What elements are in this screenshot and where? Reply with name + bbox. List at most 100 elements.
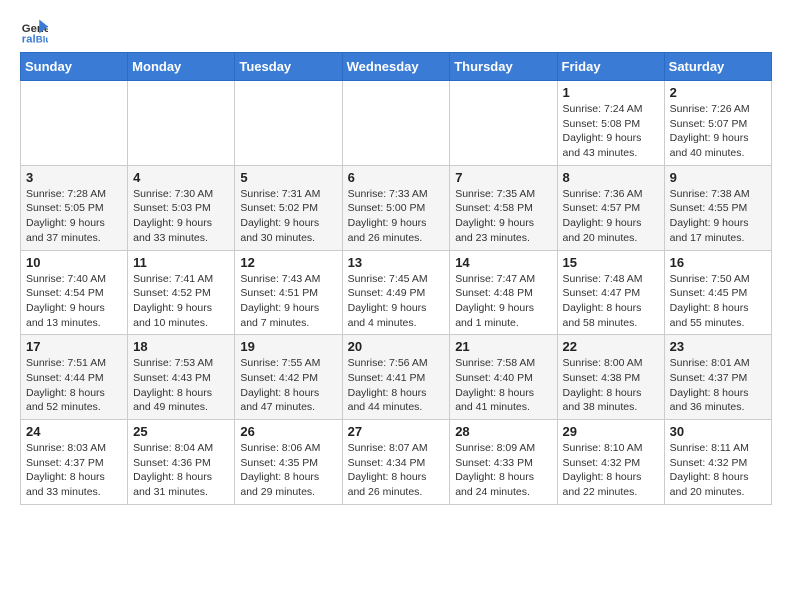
calendar-day-cell — [235, 81, 342, 166]
day-info: Sunrise: 7:36 AM Sunset: 4:57 PM Dayligh… — [563, 187, 659, 246]
calendar-day-header: Friday — [557, 53, 664, 81]
day-info: Sunrise: 7:47 AM Sunset: 4:48 PM Dayligh… — [455, 272, 551, 331]
calendar-week-row: 1 Sunrise: 7:24 AM Sunset: 5:08 PM Daylig… — [21, 81, 772, 166]
day-info: Sunrise: 8:11 AM Sunset: 4:32 PM Dayligh… — [670, 441, 766, 500]
calendar-day-cell: 2 Sunrise: 7:26 AM Sunset: 5:07 PM Daylig… — [664, 81, 771, 166]
calendar-day-cell — [21, 81, 128, 166]
calendar-day-cell: 28 Sunrise: 8:09 AM Sunset: 4:33 PM Dayli… — [450, 420, 557, 505]
day-number: 9 — [670, 170, 766, 185]
day-number: 12 — [240, 255, 336, 270]
day-info: Sunrise: 7:50 AM Sunset: 4:45 PM Dayligh… — [670, 272, 766, 331]
calendar-day-header: Sunday — [21, 53, 128, 81]
calendar-day-cell: 13Sunrise: 7:45 AM Sunset: 4:49 PM Dayli… — [342, 250, 450, 335]
calendar-day-cell: 12 Sunrise: 7:43 AM Sunset: 4:51 PM Dayli… — [235, 250, 342, 335]
calendar-header-row: SundayMondayTuesdayWednesdayThursdayFrid… — [21, 53, 772, 81]
day-info: Sunrise: 8:06 AM Sunset: 4:35 PM Dayligh… — [240, 441, 336, 500]
calendar-day-cell: 22Sunrise: 8:00 AM Sunset: 4:38 PM Dayli… — [557, 335, 664, 420]
day-number: 28 — [455, 424, 551, 439]
day-number: 29 — [563, 424, 659, 439]
day-info: Sunrise: 7:55 AM Sunset: 4:42 PM Dayligh… — [240, 356, 336, 415]
day-info: Sunrise: 7:48 AM Sunset: 4:47 PM Dayligh… — [563, 272, 659, 331]
logo-icon: Gene ral Blue — [20, 16, 48, 44]
day-number: 23 — [670, 339, 766, 354]
calendar-day-cell: 24 Sunrise: 8:03 AM Sunset: 4:37 PM Dayli… — [21, 420, 128, 505]
calendar-week-row: 10 Sunrise: 7:40 AM Sunset: 4:54 PM Dayli… — [21, 250, 772, 335]
page-header: Gene ral Blue — [20, 16, 772, 44]
calendar-day-cell: 11 Sunrise: 7:41 AM Sunset: 4:52 PM Dayli… — [128, 250, 235, 335]
calendar-table: SundayMondayTuesdayWednesdayThursdayFrid… — [20, 52, 772, 505]
day-info: Sunrise: 7:33 AM Sunset: 5:00 PM Dayligh… — [348, 187, 445, 246]
day-info: Sunrise: 8:00 AM Sunset: 4:38 PM Dayligh… — [563, 356, 659, 415]
day-info: Sunrise: 7:56 AM Sunset: 4:41 PM Dayligh… — [348, 356, 445, 415]
day-info: Sunrise: 7:40 AM Sunset: 4:54 PM Dayligh… — [26, 272, 122, 331]
calendar-day-cell: 29 Sunrise: 8:10 AM Sunset: 4:32 PM Dayli… — [557, 420, 664, 505]
calendar-day-cell: 21 Sunrise: 7:58 AM Sunset: 4:40 PM Dayli… — [450, 335, 557, 420]
day-number: 19 — [240, 339, 336, 354]
day-number: 14 — [455, 255, 551, 270]
calendar-day-header: Monday — [128, 53, 235, 81]
svg-text:ral: ral — [22, 33, 36, 44]
day-info: Sunrise: 7:28 AM Sunset: 5:05 PM Dayligh… — [26, 187, 122, 246]
calendar-day-cell: 14 Sunrise: 7:47 AM Sunset: 4:48 PM Dayli… — [450, 250, 557, 335]
calendar-day-cell: 19 Sunrise: 7:55 AM Sunset: 4:42 PM Dayli… — [235, 335, 342, 420]
calendar-day-cell: 25Sunrise: 8:04 AM Sunset: 4:36 PM Dayli… — [128, 420, 235, 505]
calendar-week-row: 24 Sunrise: 8:03 AM Sunset: 4:37 PM Dayli… — [21, 420, 772, 505]
calendar-day-header: Tuesday — [235, 53, 342, 81]
day-number: 27 — [348, 424, 445, 439]
calendar-day-cell: 16 Sunrise: 7:50 AM Sunset: 4:45 PM Dayli… — [664, 250, 771, 335]
calendar-day-cell: 9 Sunrise: 7:38 AM Sunset: 4:55 PM Daylig… — [664, 165, 771, 250]
calendar-day-cell: 26 Sunrise: 8:06 AM Sunset: 4:35 PM Dayli… — [235, 420, 342, 505]
day-info: Sunrise: 7:41 AM Sunset: 4:52 PM Dayligh… — [133, 272, 229, 331]
calendar-day-cell: 7 Sunrise: 7:35 AM Sunset: 4:58 PM Daylig… — [450, 165, 557, 250]
calendar-day-header: Saturday — [664, 53, 771, 81]
day-info: Sunrise: 7:58 AM Sunset: 4:40 PM Dayligh… — [455, 356, 551, 415]
calendar-day-cell: 4 Sunrise: 7:30 AM Sunset: 5:03 PM Daylig… — [128, 165, 235, 250]
day-number: 3 — [26, 170, 122, 185]
day-info: Sunrise: 8:07 AM Sunset: 4:34 PM Dayligh… — [348, 441, 445, 500]
day-info: Sunrise: 7:30 AM Sunset: 5:03 PM Dayligh… — [133, 187, 229, 246]
day-number: 21 — [455, 339, 551, 354]
day-info: Sunrise: 7:35 AM Sunset: 4:58 PM Dayligh… — [455, 187, 551, 246]
day-number: 26 — [240, 424, 336, 439]
day-info: Sunrise: 7:26 AM Sunset: 5:07 PM Dayligh… — [670, 102, 766, 161]
day-number: 4 — [133, 170, 229, 185]
day-info: Sunrise: 7:24 AM Sunset: 5:08 PM Dayligh… — [563, 102, 659, 161]
day-number: 15 — [563, 255, 659, 270]
day-number: 6 — [348, 170, 445, 185]
day-info: Sunrise: 7:43 AM Sunset: 4:51 PM Dayligh… — [240, 272, 336, 331]
calendar-day-cell: 30Sunrise: 8:11 AM Sunset: 4:32 PM Dayli… — [664, 420, 771, 505]
calendar-day-cell: 17Sunrise: 7:51 AM Sunset: 4:44 PM Dayli… — [21, 335, 128, 420]
day-info: Sunrise: 8:09 AM Sunset: 4:33 PM Dayligh… — [455, 441, 551, 500]
calendar-day-header: Wednesday — [342, 53, 450, 81]
day-number: 11 — [133, 255, 229, 270]
day-info: Sunrise: 8:03 AM Sunset: 4:37 PM Dayligh… — [26, 441, 122, 500]
calendar-week-row: 3 Sunrise: 7:28 AM Sunset: 5:05 PM Daylig… — [21, 165, 772, 250]
day-number: 17 — [26, 339, 122, 354]
day-number: 5 — [240, 170, 336, 185]
calendar-day-cell: 15 Sunrise: 7:48 AM Sunset: 4:47 PM Dayli… — [557, 250, 664, 335]
day-number: 16 — [670, 255, 766, 270]
calendar-day-cell: 8Sunrise: 7:36 AM Sunset: 4:57 PM Daylig… — [557, 165, 664, 250]
day-number: 7 — [455, 170, 551, 185]
day-number: 2 — [670, 85, 766, 100]
day-info: Sunrise: 7:38 AM Sunset: 4:55 PM Dayligh… — [670, 187, 766, 246]
day-number: 13 — [348, 255, 445, 270]
logo: Gene ral Blue — [20, 16, 52, 44]
day-info: Sunrise: 8:10 AM Sunset: 4:32 PM Dayligh… — [563, 441, 659, 500]
day-info: Sunrise: 7:53 AM Sunset: 4:43 PM Dayligh… — [133, 356, 229, 415]
day-number: 1 — [563, 85, 659, 100]
day-number: 24 — [26, 424, 122, 439]
calendar-day-cell: 27 Sunrise: 8:07 AM Sunset: 4:34 PM Dayli… — [342, 420, 450, 505]
calendar-day-cell: 10 Sunrise: 7:40 AM Sunset: 4:54 PM Dayli… — [21, 250, 128, 335]
calendar-day-cell — [342, 81, 450, 166]
calendar-day-cell: 5Sunrise: 7:31 AM Sunset: 5:02 PM Daylig… — [235, 165, 342, 250]
calendar-day-cell: 3 Sunrise: 7:28 AM Sunset: 5:05 PM Daylig… — [21, 165, 128, 250]
calendar-day-cell: 1 Sunrise: 7:24 AM Sunset: 5:08 PM Daylig… — [557, 81, 664, 166]
calendar-day-cell: 23Sunrise: 8:01 AM Sunset: 4:37 PM Dayli… — [664, 335, 771, 420]
calendar-day-cell: 6 Sunrise: 7:33 AM Sunset: 5:00 PM Daylig… — [342, 165, 450, 250]
calendar-day-cell — [450, 81, 557, 166]
calendar-day-cell: 18Sunrise: 7:53 AM Sunset: 4:43 PM Dayli… — [128, 335, 235, 420]
svg-text:Blue: Blue — [36, 34, 48, 44]
day-number: 10 — [26, 255, 122, 270]
calendar-day-header: Thursday — [450, 53, 557, 81]
